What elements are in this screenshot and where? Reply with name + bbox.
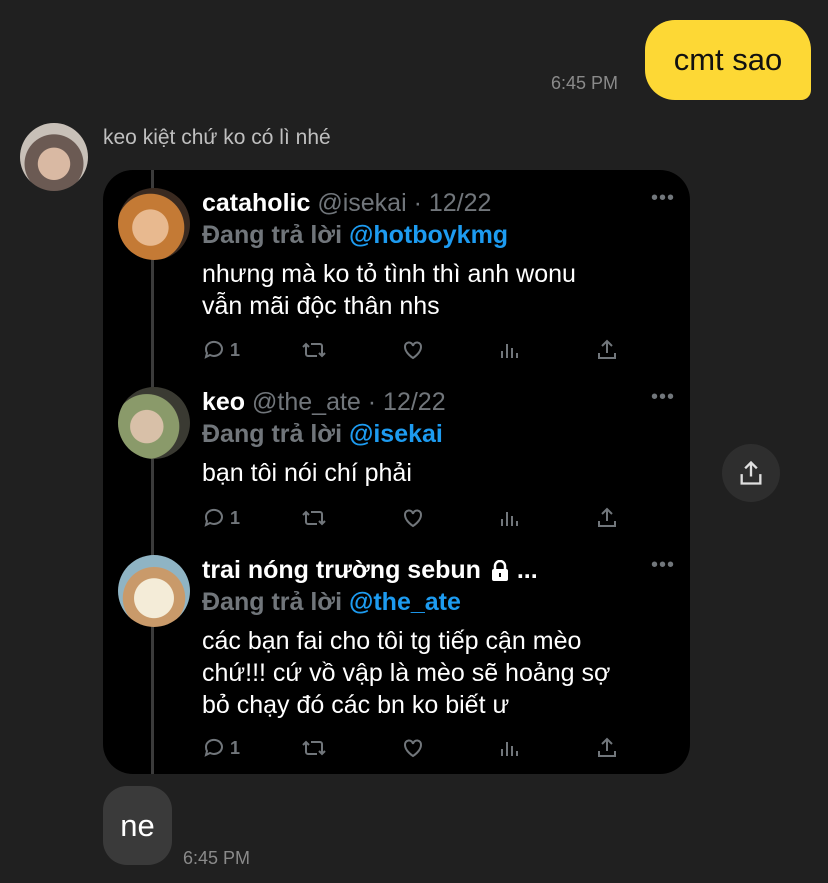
reply-count: 1 [230,339,241,360]
outgoing-message-bubble[interactable]: cmt sao [645,20,811,100]
tweet-text-line: nhưng mà ko tỏ tình thì anh wonu [202,260,576,288]
views-icon [501,742,518,756]
share-tweet-button[interactable] [596,338,618,362]
views-icon [501,344,518,358]
share-icon [598,339,616,359]
share-icon [598,737,616,757]
tweet-text-line: bỏ chạy đó các bn ko biết ư [202,691,510,719]
share-tweet-button[interactable] [596,736,618,760]
views-button[interactable] [499,506,521,530]
reply-button[interactable]: 1 [202,506,240,530]
replying-to-label: Đang trả lời [202,420,343,448]
tweet-actions: 1 [202,736,642,760]
retweet-icon [302,740,326,756]
views-button[interactable] [499,338,521,362]
tweet-text-line: bạn tôi nói chí phải [202,459,412,487]
tweet-actions: 1 [202,338,642,362]
incoming-message-text: ne [120,807,155,843]
outgoing-message-time: 6:45 PM [551,73,619,93]
tweet-author-name[interactable]: keo [202,388,245,416]
replying-to: Đang trả lời @isekai [202,420,443,449]
tweet-author-handle: @isekai · 12/22 [317,189,492,217]
share-tweet-button[interactable] [596,506,618,530]
replying-to: Đang trả lời @hotboykmg [202,221,508,250]
like-button[interactable] [401,736,425,760]
tweet-author-avatar[interactable] [118,188,190,260]
heart-icon [404,739,422,758]
retweet-button[interactable] [301,506,327,530]
tweet-text-line: vẫn mãi độc thân nhs [202,292,440,320]
replying-to: Đang trả lời @the_ate [202,588,461,617]
tweet-author-handle: @the_ate · 12/22 [252,388,446,416]
retweet-icon [302,510,326,526]
reply-button[interactable]: 1 [202,736,240,760]
heart-icon [404,341,422,360]
outgoing-message-text: cmt sao [673,42,783,77]
like-button[interactable] [401,506,425,530]
retweet-icon [302,342,326,358]
comment-icon [204,508,223,527]
tweet-author-avatar[interactable] [118,555,190,627]
tweet-text-line: các bạn fai cho tôi tg tiếp cận mèo [202,627,582,655]
more-options-icon[interactable]: ••• [651,554,675,577]
replying-to-mention[interactable]: @the_ate [349,588,461,616]
tweet-body: các bạn fai cho tôi tg tiếp cận mèo chứ!… [202,625,610,721]
share-icon [740,460,762,485]
incoming-message-text: keo kiệt chứ ko có lì nhé [103,126,331,149]
share-icon [598,507,616,527]
incoming-message-bubble[interactable]: ne [103,786,172,865]
replying-to-mention[interactable]: @hotboykmg [349,221,508,249]
replying-to-mention[interactable]: @isekai [349,420,443,448]
views-button[interactable] [499,736,521,760]
tweet-text-line: chứ!!! cứ vồ vập là mèo sẽ hoảng sợ [202,659,611,687]
reply-count: 1 [230,507,241,528]
more-options-icon[interactable]: ••• [651,187,675,210]
shared-tweet-card[interactable]: cataholic @isekai · 12/22 ••• Đang trả l… [103,170,690,774]
views-icon [501,512,518,526]
sender-avatar[interactable] [20,123,88,191]
lock-icon [491,560,508,582]
heart-icon [404,509,422,528]
tweet-body: bạn tôi nói chí phải [202,457,412,489]
reply-count: 1 [230,737,241,758]
tweet-body: nhưng mà ko tỏ tình thì anh wonu vẫn mãi… [202,258,576,322]
more-options-icon[interactable]: ••• [651,386,675,409]
tweet-author-avatar[interactable] [118,387,190,459]
tweet-actions: 1 [202,506,642,530]
incoming-message-time: 6:45 PM [183,848,251,868]
like-button[interactable] [401,338,425,362]
forward-message-button[interactable] [722,444,780,502]
comment-icon [204,340,223,359]
tweet-author-handle: ... [516,556,538,584]
replying-to-label: Đang trả lời [202,221,343,249]
replying-to-label: Đang trả lời [202,588,343,616]
reply-button[interactable]: 1 [202,338,240,362]
tweet-author-name[interactable]: trai nóng trường sebun [202,556,481,584]
thread-line [151,170,154,774]
retweet-button[interactable] [301,736,327,760]
retweet-button[interactable] [301,338,327,362]
tweet-author-name[interactable]: cataholic [202,189,310,217]
comment-icon [204,738,223,757]
